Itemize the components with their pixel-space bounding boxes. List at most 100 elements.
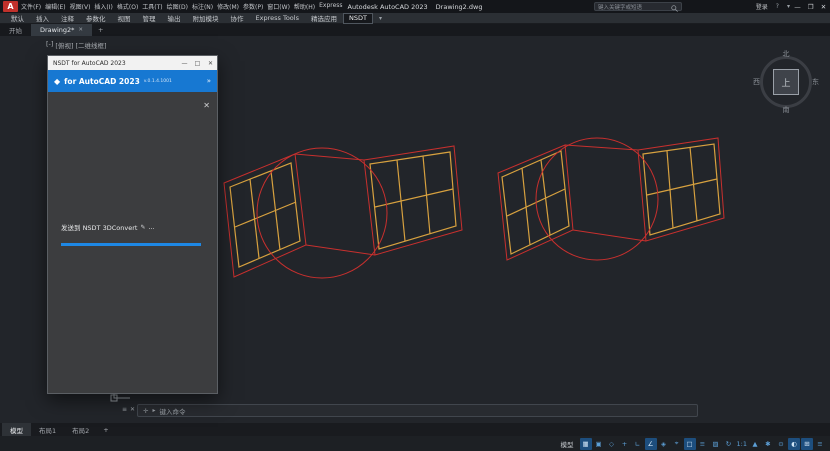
model-tab[interactable]: 模型: [2, 423, 31, 436]
close-button[interactable]: ✕: [817, 0, 830, 13]
menu-item[interactable]: 帮助(H): [294, 2, 315, 11]
commandline-close-icon[interactable]: ✕: [130, 406, 135, 413]
model-space-button[interactable]: 模型: [556, 439, 579, 449]
convert-progress-fill: [61, 243, 201, 246]
dynamic-input-icon[interactable]: +: [619, 438, 631, 450]
lineweight-icon[interactable]: ≡: [697, 438, 709, 450]
wireframe-part-left: [224, 146, 462, 278]
snap-mode-icon[interactable]: ▣: [593, 438, 605, 450]
autocad-window: A 文件(F) 编辑(E) 视图(V)插入(I) 格式(O) 工具(T) 绘图(D) 标注(…: [0, 0, 830, 451]
wireframe-part-right: [498, 138, 724, 260]
new-drawing-tab-button[interactable]: +: [92, 24, 109, 36]
customize-icon[interactable]: ≡: [814, 438, 826, 450]
ortho-mode-icon[interactable]: ∟: [632, 438, 644, 450]
polar-tracking-icon[interactable]: ∠: [645, 438, 657, 450]
workspace-switching-icon[interactable]: ✱: [762, 438, 774, 450]
menu-item[interactable]: 绘图(D): [167, 2, 188, 11]
ribbon-tab-default[interactable]: 默认: [5, 13, 30, 24]
ribbon-tab-nsdt[interactable]: NSDT: [343, 13, 373, 24]
menu-item[interactable]: 文件(F): [21, 2, 41, 11]
ribbon-tab-addins[interactable]: 附加模块: [187, 13, 225, 24]
transparency-icon[interactable]: ▨: [710, 438, 722, 450]
ribbon-tab-parametric[interactable]: 参数化: [80, 13, 112, 24]
ribbon-tab-view[interactable]: 视图: [112, 13, 137, 24]
menu-item[interactable]: 标注(N): [192, 2, 213, 11]
viewcube-top-face[interactable]: 上: [773, 69, 799, 95]
dialog-close-button[interactable]: ✕: [204, 56, 217, 70]
nsdt-dialog: NSDT for AutoCAD 2023 — □ ✕ ◆ for AutoCA…: [47, 55, 218, 394]
menu-item[interactable]: Express: [319, 2, 342, 11]
minimize-button[interactable]: —: [791, 0, 804, 13]
object-snap-icon[interactable]: □: [684, 438, 696, 450]
annotation-scale-label[interactable]: 1:1: [736, 438, 748, 450]
viewcube-west-label[interactable]: 西: [753, 77, 760, 87]
window-title-app: Autodesk AutoCAD 2023: [348, 3, 428, 11]
banner-more-icon[interactable]: »: [207, 77, 211, 85]
clean-screen-icon[interactable]: ⊞: [801, 438, 813, 450]
dialog-minimize-button[interactable]: —: [178, 56, 191, 70]
ribbon-tab-collaborate[interactable]: 协作: [225, 13, 250, 24]
menu-item[interactable]: 参数(P): [243, 2, 263, 11]
menu-item[interactable]: 工具(T): [142, 2, 162, 11]
menu-item[interactable]: 编辑(E): [45, 2, 65, 11]
viewport-collapse-control[interactable]: [-]: [46, 40, 53, 50]
drawing-tab[interactable]: Drawing2* ✕: [31, 24, 92, 36]
isodraft-icon[interactable]: ◈: [658, 438, 670, 450]
viewcube-north-label[interactable]: 北: [783, 49, 790, 59]
new-layout-button[interactable]: +: [97, 423, 114, 436]
ribbon-tab-output[interactable]: 输出: [162, 13, 187, 24]
layout2-tab[interactable]: 布局2: [64, 423, 97, 436]
help-icon[interactable]: ?: [776, 3, 779, 10]
viewport-controls: [-] [俯视] [二维线框]: [46, 40, 107, 50]
notifications-icon[interactable]: ▾: [787, 3, 790, 10]
ribbon-tab-insert[interactable]: 插入: [30, 13, 55, 24]
viewcube-south-label[interactable]: 南: [783, 105, 790, 115]
viewport-visual-style-control[interactable]: [二维线框]: [76, 40, 107, 50]
titlebar-account-area: 登录 ? ▾: [756, 0, 790, 13]
menu-item[interactable]: 插入(I): [94, 2, 112, 11]
layout-tab-bar: 模型布局1布局2 +: [0, 423, 830, 436]
commandline-menu-icon[interactable]: ≡: [122, 406, 127, 413]
ribbon-collapse-icon[interactable]: ▾: [379, 15, 382, 22]
dialog-brand-label: for AutoCAD 2023: [64, 77, 140, 86]
tab-close-icon[interactable]: ✕: [78, 27, 83, 33]
selection-cycling-icon[interactable]: ↻: [723, 438, 735, 450]
start-tab[interactable]: 开始: [0, 24, 31, 36]
statusbar: 模型 ▦▣◇+∟∠◈⌖□≡▨↻1:1▲✱⊙◐⊞≡: [0, 436, 830, 451]
osnap-tracking-icon[interactable]: ⌖: [671, 438, 683, 450]
viewcube[interactable]: 北 南 西 东 上: [754, 50, 818, 114]
window-title: Autodesk AutoCAD 2023 Drawing2.dwg: [348, 0, 483, 13]
viewport-view-control[interactable]: [俯视]: [55, 40, 73, 50]
edit-icon[interactable]: ✎: [140, 224, 145, 231]
ribbon-tab-express-tools[interactable]: Express Tools: [250, 13, 305, 24]
window-title-doc: Drawing2.dwg: [436, 3, 483, 11]
dialog-titlebar[interactable]: NSDT for AutoCAD 2023 — □ ✕: [48, 56, 217, 70]
panel-close-icon[interactable]: ✕: [203, 101, 210, 110]
menu-item[interactable]: 窗口(W): [267, 2, 290, 11]
statusbar-toggles: ▦▣◇+∟∠◈⌖□≡▨↻1:1▲✱⊙◐⊞≡: [580, 438, 826, 450]
viewcube-east-label[interactable]: 东: [812, 77, 819, 87]
search-input[interactable]: 键入关键字或短语: [594, 2, 682, 11]
ribbon-tab-featured-apps[interactable]: 精选应用: [305, 13, 343, 24]
commandline-customize-icon[interactable]: ✛: [143, 407, 148, 415]
grid-icon[interactable]: ▦: [580, 438, 592, 450]
menu-item[interactable]: 修改(M): [217, 2, 239, 11]
search-icon[interactable]: [671, 0, 678, 16]
menu-item[interactable]: 视图(V): [70, 2, 91, 11]
dialog-maximize-button[interactable]: □: [191, 56, 204, 70]
annotation-visibility-icon[interactable]: ▲: [749, 438, 761, 450]
maximize-button[interactable]: ❐: [804, 0, 817, 13]
command-input[interactable]: 键入命令: [159, 406, 185, 416]
signin-button[interactable]: 登录: [756, 2, 768, 11]
ribbon-tab-manage[interactable]: 管理: [137, 13, 162, 24]
commandline[interactable]: ✛ ▸ 键入命令: [137, 404, 698, 417]
layout1-tab[interactable]: 布局1: [31, 423, 64, 436]
ribbon-tab-annotate[interactable]: 注释: [55, 13, 80, 24]
menu-item[interactable]: 格式(O): [117, 2, 138, 11]
convert-progress: [61, 243, 201, 246]
annotation-monitor-icon[interactable]: ⊙: [775, 438, 787, 450]
isolate-objects-icon[interactable]: ◐: [788, 438, 800, 450]
commandline-grip[interactable]: ≡ ✕: [122, 406, 135, 413]
infer-constraints-icon[interactable]: ◇: [606, 438, 618, 450]
app-logo-icon[interactable]: A: [3, 1, 18, 12]
